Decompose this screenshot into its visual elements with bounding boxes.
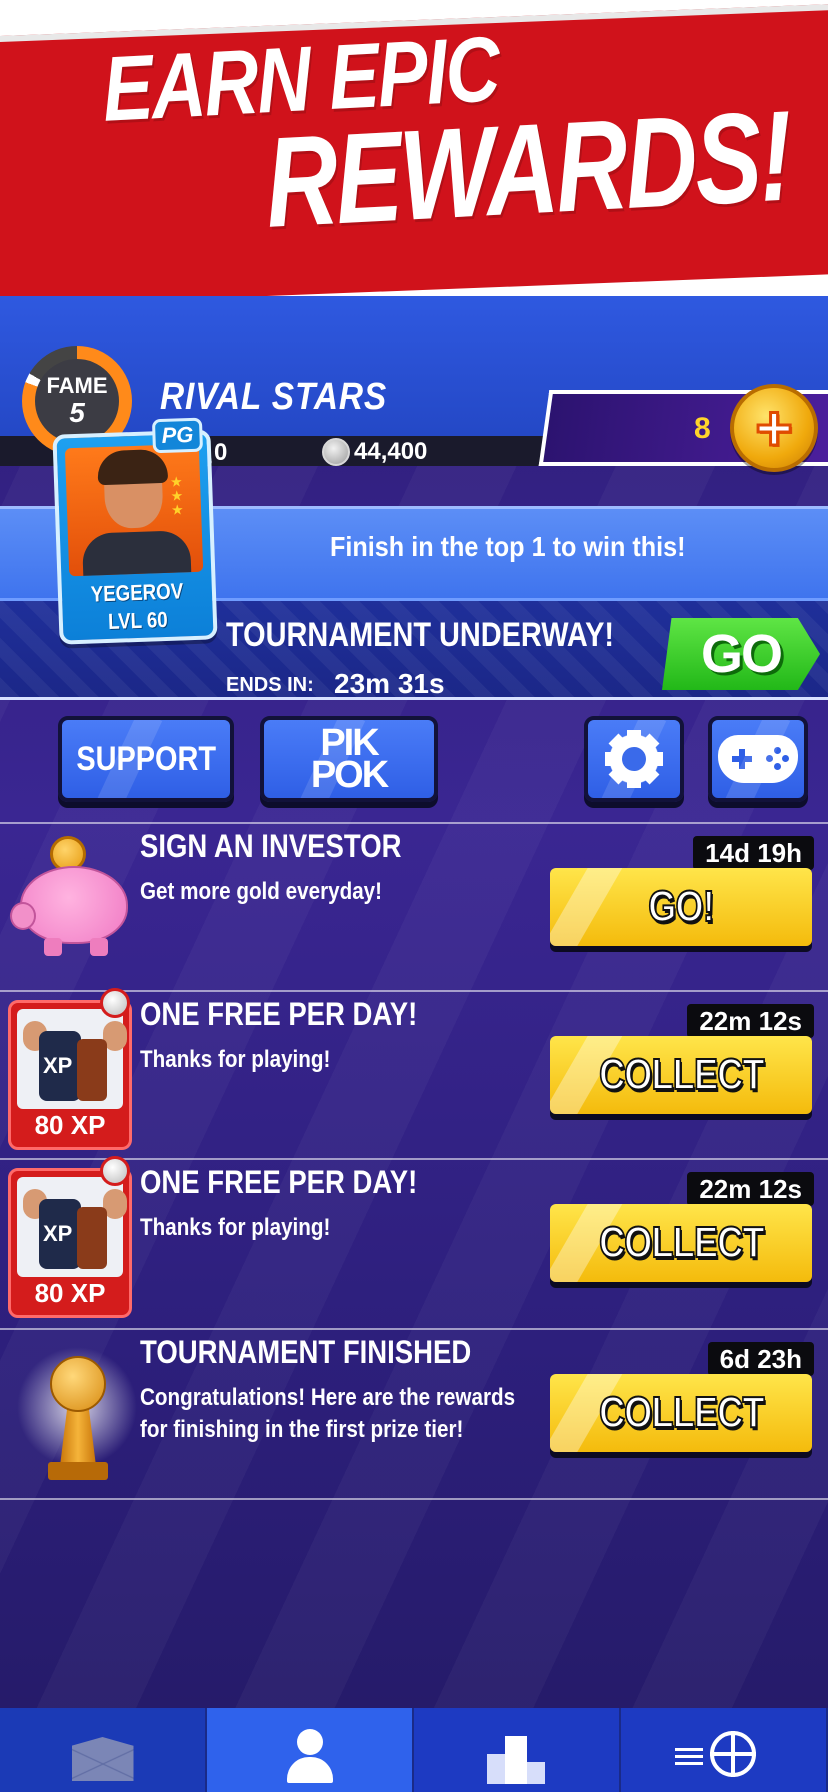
- user-icon: [285, 1729, 335, 1785]
- fame-level: 5: [69, 397, 85, 428]
- gamepad-icon: [718, 735, 798, 783]
- game-center-button[interactable]: [708, 716, 808, 802]
- player-card-name: YEGEROV: [90, 578, 184, 607]
- reward-timer: 6d 23h: [707, 1342, 814, 1376]
- reward-title: TOURNAMENT FINISHED: [140, 1334, 472, 1370]
- reward-subtitle-line2: for finishing in the first prize tier!: [140, 1416, 464, 1443]
- button-label: COLLECT: [598, 1217, 765, 1268]
- add-gold-button[interactable]: +: [730, 384, 818, 472]
- reward-subtitle: Get more gold everyday!: [140, 878, 383, 905]
- player-position-badge: PG: [151, 417, 204, 454]
- plus-icon: +: [754, 392, 794, 464]
- player-portrait: ★ ★ ★: [64, 443, 204, 577]
- reward-timer: 14d 19h: [693, 836, 814, 870]
- go-button-label: GO: [700, 624, 783, 684]
- button-label: COLLECT: [598, 1387, 765, 1438]
- pikpok-logo: PIK POK: [310, 721, 389, 796]
- settings-button[interactable]: [584, 716, 684, 802]
- tournament-ends-label: ENDS IN:: [226, 674, 314, 696]
- support-label: SUPPORT: [76, 739, 216, 778]
- collect-button[interactable]: COLLECT: [550, 1036, 812, 1114]
- divider: [0, 822, 828, 824]
- coins-stat: 44,400: [322, 438, 427, 466]
- reward-subtitle: Thanks for playing!: [140, 1046, 331, 1073]
- fans-count: 0: [214, 439, 228, 466]
- reward-timer: 22m 12s: [687, 1172, 814, 1206]
- bottom-nav: [0, 1708, 828, 1792]
- silver-badge-icon: [100, 1156, 130, 1186]
- button-label: GO!: [647, 881, 715, 932]
- xp-amount: 80 XP: [34, 1278, 106, 1308]
- silver-coin-icon: [322, 438, 350, 466]
- reward-title: ONE FREE PER DAY!: [140, 1164, 418, 1200]
- xp-jar-icon: XP: [39, 1199, 81, 1269]
- player-card-level: LVL 60: [107, 606, 169, 634]
- tab-profile[interactable]: [207, 1708, 414, 1792]
- reward-title: ONE FREE PER DAY!: [140, 996, 418, 1032]
- tab-play[interactable]: [621, 1708, 828, 1792]
- xp-jar-icon: XP: [39, 1031, 81, 1101]
- mail-icon: [71, 1737, 134, 1781]
- reward-title: SIGN AN INVESTOR: [140, 828, 402, 864]
- game-screen: FAME 5 RIVAL STARS 0 44,400 8 + Finish i…: [0, 296, 828, 1792]
- tournament-title: TOURNAMENT UNDERWAY!: [226, 616, 615, 654]
- divider: [0, 1328, 828, 1330]
- banner-title-line2: REWARDS!: [262, 84, 794, 255]
- reward-subtitle-line1: Congratulations! Here are the rewards: [140, 1384, 516, 1411]
- support-button[interactable]: SUPPORT: [58, 716, 234, 802]
- profile-name[interactable]: RIVAL STARS: [160, 376, 387, 419]
- xp-reward-card: XP 80 XP: [8, 1000, 132, 1150]
- investor-go-button[interactable]: GO!: [550, 868, 812, 946]
- player-card[interactable]: ★ ★ ★ PG YEGEROV LVL 60: [52, 417, 218, 645]
- tab-inbox[interactable]: [0, 1708, 207, 1792]
- fame-label: FAME: [46, 373, 108, 398]
- tournament-message: Finish in the top 1 to win this!: [330, 531, 686, 562]
- collect-button[interactable]: COLLECT: [550, 1204, 812, 1282]
- tab-leaderboard[interactable]: [414, 1708, 621, 1792]
- piggy-bank-icon: [10, 866, 128, 956]
- podium-icon: [486, 1726, 547, 1784]
- coins-count: 44,400: [354, 438, 428, 465]
- tournament-ends-time: 23m 31s: [334, 668, 445, 699]
- xp-amount: 80 XP: [34, 1110, 106, 1140]
- reward-subtitle: Thanks for playing!: [140, 1214, 331, 1241]
- xp-reward-card: XP 80 XP: [8, 1168, 132, 1318]
- basketball-icon: [709, 1731, 756, 1777]
- promo-banner: EARN EPIC REWARDS!: [0, 0, 828, 320]
- tournament-go-button[interactable]: GO: [662, 618, 820, 690]
- pikpok-button[interactable]: PIK POK: [260, 716, 438, 802]
- silver-badge-icon: [100, 988, 130, 1018]
- divider: [0, 1498, 828, 1500]
- star-rating-icon: ★ ★ ★: [169, 473, 184, 518]
- button-label: COLLECT: [598, 1049, 765, 1100]
- gear-icon: [605, 730, 663, 788]
- gold-count: 8: [694, 412, 711, 445]
- trophy-icon: [12, 1342, 142, 1492]
- reward-timer: 22m 12s: [687, 1004, 814, 1038]
- collect-button[interactable]: COLLECT: [550, 1374, 812, 1452]
